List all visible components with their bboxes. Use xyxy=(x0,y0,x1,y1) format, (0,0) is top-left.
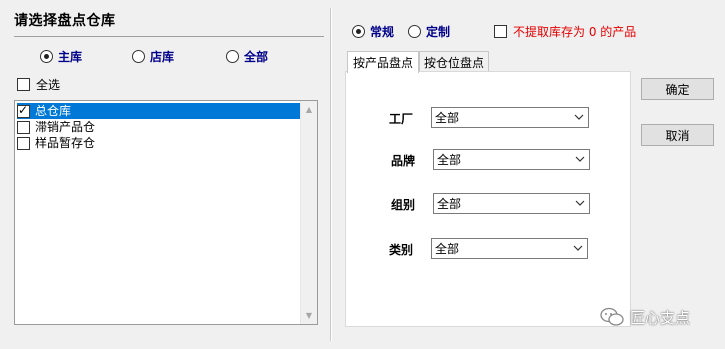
list-item-checkbox[interactable] xyxy=(17,103,30,118)
scope-radio-all-label: 全部 xyxy=(244,49,269,64)
scope-radio-all[interactable]: 全部 xyxy=(226,47,268,65)
group-select-value: 全部 xyxy=(437,197,462,211)
brand-select-value: 全部 xyxy=(437,153,462,167)
scope-radio-main[interactable]: 主库 xyxy=(40,47,82,65)
list-item-checkbox[interactable] xyxy=(17,136,30,150)
category-select[interactable]: 全部 xyxy=(431,238,588,259)
chevron-down-icon xyxy=(575,156,585,162)
mode-radio-custom[interactable]: 定制 xyxy=(408,22,450,40)
brand-label: 品牌 xyxy=(391,154,416,168)
radio-indicator xyxy=(226,49,239,63)
group-select[interactable]: 全部 xyxy=(433,193,590,214)
category-select-value: 全部 xyxy=(435,242,460,256)
list-item-label: 滞销产品仓 xyxy=(35,120,96,134)
checkbox-box xyxy=(17,77,30,91)
scroll-down-icon[interactable]: ▼ xyxy=(301,307,317,324)
radio-indicator xyxy=(40,49,53,63)
list-item[interactable]: 总仓库 xyxy=(17,103,300,119)
cancel-button[interactable]: 取消 xyxy=(641,124,714,146)
list-item[interactable]: 滞销产品仓 xyxy=(17,119,97,135)
factory-select-value: 全部 xyxy=(435,111,460,125)
scope-radio-store-label: 店库 xyxy=(150,49,175,64)
mode-radio-custom-label: 定制 xyxy=(426,24,451,39)
mode-radio-regular[interactable]: 常规 xyxy=(352,22,394,40)
watermark: 匠心支点 xyxy=(600,305,690,329)
mode-radio-regular-label: 常规 xyxy=(370,24,395,39)
title-divider xyxy=(14,36,324,37)
confirm-button-label: 确定 xyxy=(665,82,690,97)
warehouse-section-title: 请选择盘点仓库 xyxy=(14,13,116,29)
scroll-up-icon[interactable]: ▲ xyxy=(301,101,317,118)
exclude-zero-stock-checkbox[interactable]: 不提取库存为 0 的产品 xyxy=(494,22,636,40)
list-item-label: 总仓库 xyxy=(33,104,74,118)
chevron-down-icon xyxy=(575,200,585,206)
chevron-down-icon xyxy=(574,114,584,120)
brand-select[interactable]: 全部 xyxy=(433,149,590,170)
tab-by-product-label: 按产品盘点 xyxy=(352,56,413,70)
factory-label: 工厂 xyxy=(389,112,414,126)
select-all-label: 全选 xyxy=(36,77,61,92)
list-scrollbar[interactable]: ▲ ▼ xyxy=(300,101,317,324)
scope-radio-main-label: 主库 xyxy=(58,49,83,64)
group-label: 组别 xyxy=(391,198,416,212)
tab-by-location[interactable]: 按仓位盘点 xyxy=(419,51,489,72)
confirm-button[interactable]: 确定 xyxy=(641,78,714,100)
tab-by-product[interactable]: 按产品盘点 xyxy=(347,51,419,73)
tab-panel-by-product: 工厂 全部 品牌 全部 组别 全部 类别 全部 xyxy=(345,71,631,327)
warehouse-list[interactable]: 总仓库 滞销产品仓 样品暂存仓 ▲ ▼ xyxy=(14,100,318,325)
checkbox-box xyxy=(494,24,507,38)
list-item-checkbox[interactable] xyxy=(17,120,30,134)
list-item-label: 样品暂存仓 xyxy=(35,136,96,150)
factory-select[interactable]: 全部 xyxy=(431,107,589,128)
radio-indicator xyxy=(132,49,145,63)
radio-indicator xyxy=(352,24,365,38)
tab-by-location-label: 按仓位盘点 xyxy=(423,55,484,70)
exclude-zero-stock-label: 不提取库存为 0 的产品 xyxy=(513,24,637,39)
warehouse-scope-group: 主库 店库 全部 xyxy=(40,47,320,65)
wechat-icon xyxy=(600,307,624,326)
category-label: 类别 xyxy=(389,243,414,257)
cancel-button-label: 取消 xyxy=(665,128,690,143)
panel-divider xyxy=(330,8,332,341)
watermark-text: 匠心支点 xyxy=(630,308,691,327)
list-item[interactable]: 样品暂存仓 xyxy=(17,135,97,151)
scope-radio-store[interactable]: 店库 xyxy=(132,47,174,65)
select-all-checkbox[interactable]: 全选 xyxy=(17,76,60,92)
chevron-down-icon xyxy=(573,245,583,251)
radio-indicator xyxy=(408,24,421,38)
